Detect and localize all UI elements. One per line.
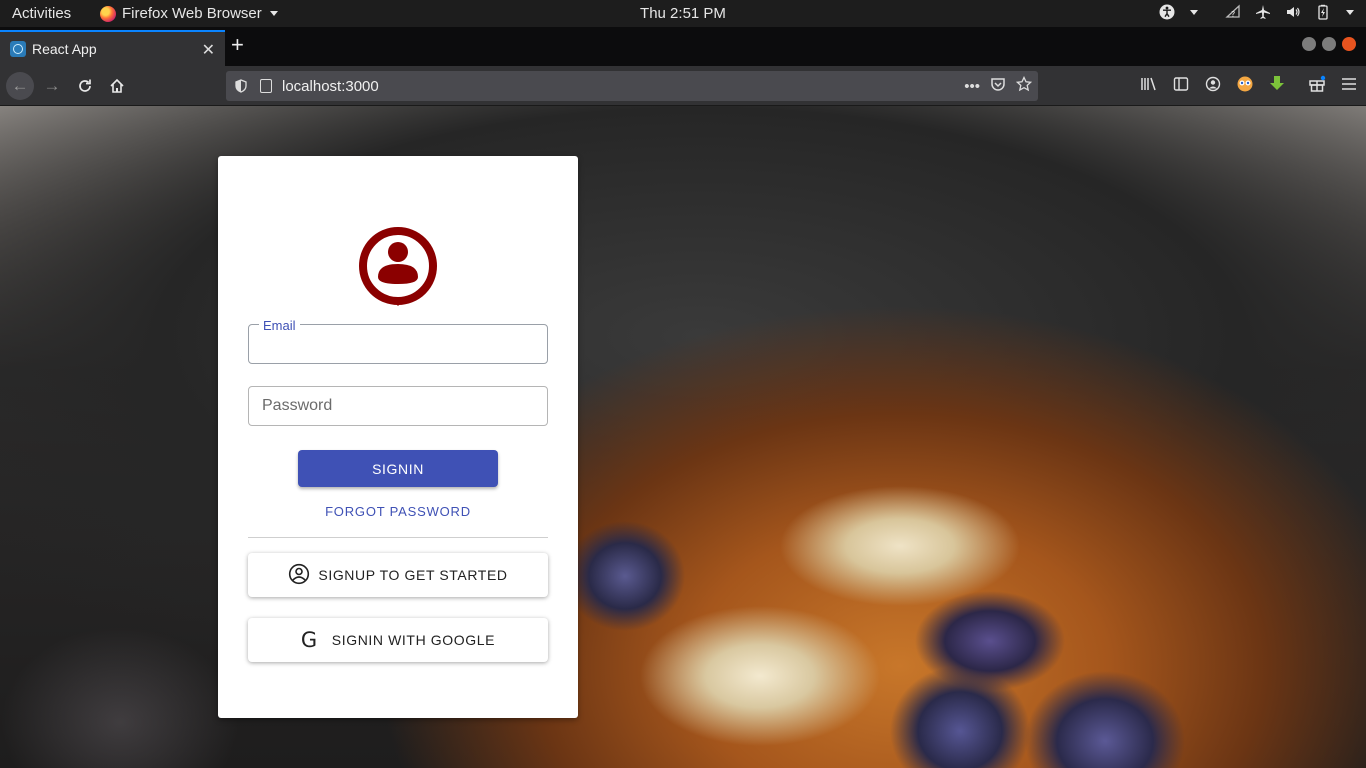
google-icon: G: [300, 627, 318, 652]
chevron-down-icon: [269, 11, 278, 16]
react-favicon-icon: [10, 41, 26, 57]
window-controls: [1302, 37, 1356, 51]
firefox-icon: [100, 5, 116, 22]
email-field[interactable]: Email: [248, 318, 548, 364]
clock[interactable]: Thu 2:51 PM: [640, 5, 726, 22]
menu-icon[interactable]: [1340, 75, 1358, 93]
forgot-password-link[interactable]: FORGOT PASSWORD: [248, 504, 548, 519]
power-menu-chevron-icon[interactable]: [1346, 9, 1354, 15]
chevron-down-icon[interactable]: [1190, 9, 1198, 15]
gift-icon[interactable]: [1308, 75, 1326, 93]
google-signin-label: SIGNIN WITH GOOGLE: [331, 632, 496, 648]
login-card: Email SIGNIN FORGOT PASSWORD SIGNUP TO G…: [218, 156, 578, 718]
more-icon[interactable]: •••: [964, 78, 980, 95]
system-top-bar: Activities Firefox Web Browser Thu 2:51 …: [0, 0, 1366, 27]
close-tab-icon[interactable]: ✕: [202, 40, 215, 60]
shield-icon[interactable]: [234, 79, 248, 93]
password-field[interactable]: [248, 386, 548, 426]
tab-title: React App: [32, 41, 97, 57]
signup-button[interactable]: SIGNUP TO GET STARTED: [248, 553, 548, 597]
network-icon[interactable]: ?: [1224, 3, 1242, 21]
page-icon[interactable]: [260, 79, 272, 93]
tab-react-app[interactable]: React App ✕: [0, 30, 225, 66]
extension-icon[interactable]: [1236, 75, 1254, 93]
google-signin-button[interactable]: G SIGNIN WITH GOOGLE: [248, 618, 548, 662]
sidebar-icon[interactable]: [1172, 75, 1190, 93]
pocket-icon[interactable]: [990, 76, 1006, 96]
user-avatar-icon: [358, 226, 438, 306]
url-text[interactable]: localhost:3000: [282, 78, 379, 95]
minimize-button[interactable]: [1302, 37, 1316, 51]
divider: [248, 537, 548, 538]
app-menu[interactable]: Firefox Web Browser: [100, 5, 278, 22]
reload-icon[interactable]: [71, 72, 99, 100]
download-icon[interactable]: [1268, 75, 1286, 93]
password-input[interactable]: [249, 387, 547, 425]
url-bar[interactable]: localhost:3000 •••: [226, 71, 1038, 101]
battery-icon[interactable]: [1314, 3, 1332, 21]
close-window-button[interactable]: [1342, 37, 1356, 51]
account-icon[interactable]: [1204, 75, 1222, 93]
system-tray[interactable]: ?: [1158, 3, 1354, 21]
bookmark-star-icon[interactable]: [1015, 75, 1033, 96]
home-icon[interactable]: [103, 72, 131, 100]
svg-text:?: ?: [1231, 10, 1235, 19]
activities-button[interactable]: Activities: [12, 5, 71, 22]
signin-button[interactable]: SIGNIN: [298, 450, 498, 487]
page-background-photo: [0, 106, 1366, 768]
maximize-button[interactable]: [1322, 37, 1336, 51]
library-icon[interactable]: [1140, 75, 1158, 93]
forward-icon[interactable]: →: [38, 72, 66, 100]
background-bokeh: [0, 626, 240, 768]
new-tab-button[interactable]: +: [231, 34, 244, 56]
tab-strip: React App ✕: [0, 27, 1366, 66]
navigation-toolbar: ← → localhost:3000 •••: [0, 66, 1366, 106]
volume-icon[interactable]: [1284, 3, 1302, 21]
email-label: Email: [259, 318, 300, 333]
signup-label: SIGNUP TO GET STARTED: [318, 567, 508, 583]
app-menu-label: Firefox Web Browser: [122, 5, 262, 22]
back-icon[interactable]: ←: [6, 72, 34, 100]
airplane-icon[interactable]: [1254, 3, 1272, 21]
account-circle-icon: [288, 563, 310, 588]
toolbar-icons: [1140, 75, 1358, 93]
accessibility-icon[interactable]: [1158, 3, 1176, 21]
